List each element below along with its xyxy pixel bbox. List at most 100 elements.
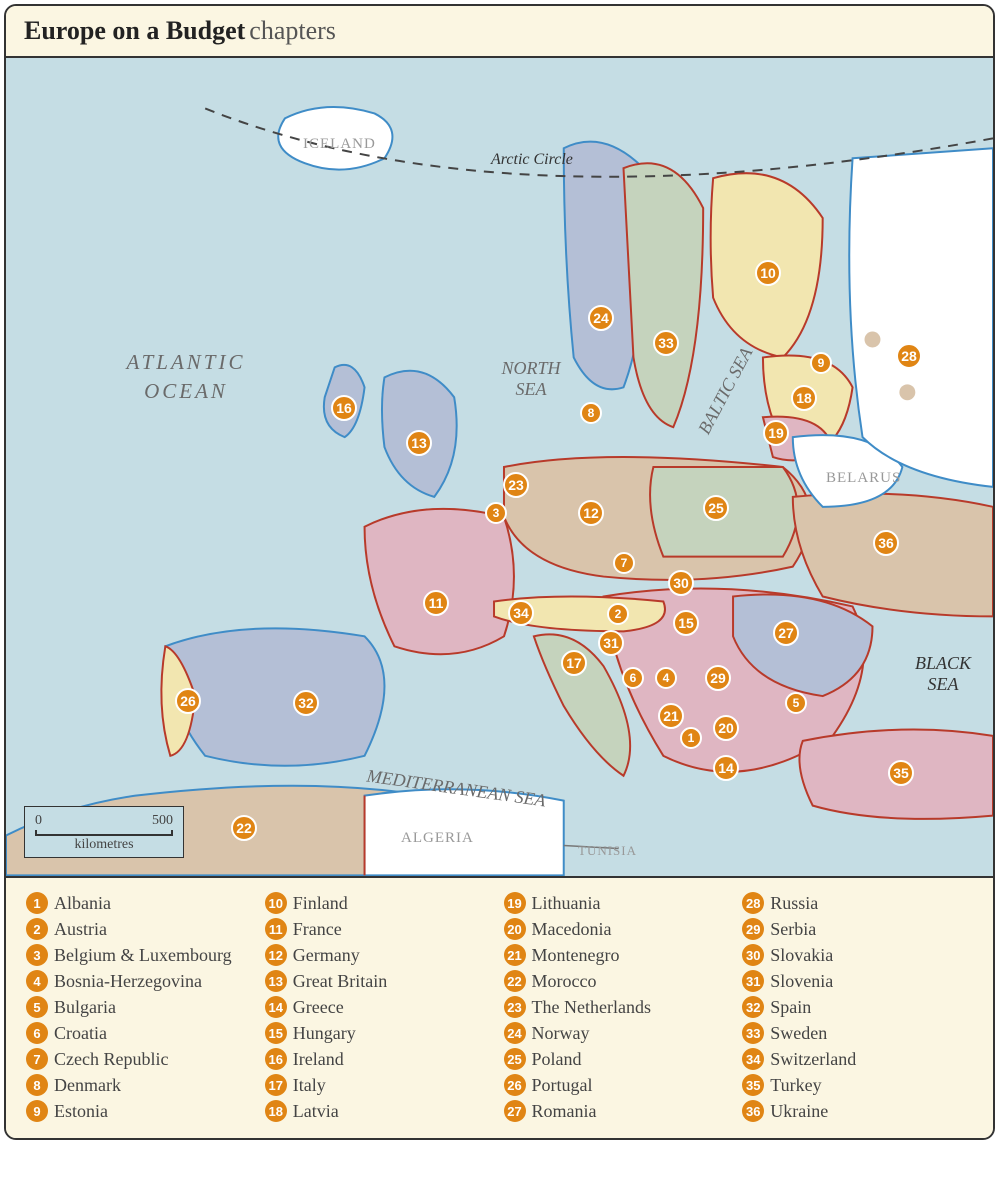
- legend-item-33: 33Sweden: [742, 1022, 973, 1044]
- legend-item-32: 32Spain: [742, 996, 973, 1018]
- legend-num: 7: [26, 1048, 48, 1070]
- legend-num: 10: [265, 892, 287, 914]
- legend-label: Ukraine: [770, 1101, 828, 1122]
- legend-num: 21: [504, 944, 526, 966]
- legend-item-29: 29Serbia: [742, 918, 973, 940]
- legend-label: Norway: [532, 1023, 590, 1044]
- marker-6: 6: [622, 667, 644, 689]
- legend-item-13: 13 Great Britain: [265, 970, 496, 992]
- legend-num: 30: [742, 944, 764, 966]
- legend-item-36: 36Ukraine: [742, 1100, 973, 1122]
- marker-36: 36: [873, 530, 899, 556]
- marker-18: 18: [791, 385, 817, 411]
- legend-label: Lithuania: [532, 893, 601, 914]
- legend-item-24: 24Norway: [504, 1022, 735, 1044]
- legend-label: Greece: [293, 997, 344, 1018]
- legend-item-20: 20Macedonia: [504, 918, 735, 940]
- legend-label: Austria: [54, 919, 107, 940]
- legend-label: Sweden: [770, 1023, 827, 1044]
- legend-num: 26: [504, 1074, 526, 1096]
- scale-max: 500: [152, 813, 173, 829]
- legend-item-26: 26 Portugal: [504, 1074, 735, 1096]
- marker-22: 22: [231, 815, 257, 841]
- scale-unit: kilometres: [35, 837, 173, 853]
- legend-item-11: 11France: [265, 918, 496, 940]
- marker-11: 11: [423, 590, 449, 616]
- legend-num: 1: [26, 892, 48, 914]
- legend: 1 Albania 10Finland 19Lithuania 28 Russia 2 Aus…: [6, 878, 993, 1138]
- scale-min: 0: [35, 813, 42, 829]
- legend-label: Latvia: [293, 1101, 339, 1122]
- legend-num: 28: [742, 892, 764, 914]
- title-bold: Europe on a Budget: [24, 16, 245, 45]
- title-light: chapters: [249, 16, 336, 45]
- legend-label: Bulgaria: [54, 997, 116, 1018]
- legend-num: 17: [265, 1074, 287, 1096]
- legend-item-12: 12 Germany: [265, 944, 496, 966]
- legend-item-27: 27 Romania: [504, 1100, 735, 1122]
- scale-box: 0 500 kilometres: [24, 806, 184, 858]
- marker-34: 34: [508, 600, 534, 626]
- map-svg: [6, 58, 993, 876]
- legend-item-15: 15Hungary: [265, 1022, 496, 1044]
- legend-num: 2: [26, 918, 48, 940]
- legend-num: 15: [265, 1022, 287, 1044]
- marker-25: 25: [703, 495, 729, 521]
- legend-label: Switzerland: [770, 1049, 856, 1070]
- legend-item-6: 6Croatia: [26, 1022, 257, 1044]
- marker-31: 31: [598, 630, 624, 656]
- marker-7: 7: [613, 552, 635, 574]
- legend-label: Montenegro: [532, 945, 620, 966]
- legend-item-21: 21 Montenegro: [504, 944, 735, 966]
- legend-label: Great Britain: [293, 971, 387, 992]
- marker-29: 29: [705, 665, 731, 691]
- legend-item-19: 19Lithuania: [504, 892, 735, 914]
- marker-15: 15: [673, 610, 699, 636]
- legend-item-16: 16 Ireland: [265, 1048, 496, 1070]
- marker-27: 27: [773, 620, 799, 646]
- legend-num: 5: [26, 996, 48, 1018]
- legend-num: 6: [26, 1022, 48, 1044]
- legend-label: France: [293, 919, 342, 940]
- map-card: Europe on a Budget chapters: [4, 4, 995, 1140]
- legend-num: 12: [265, 944, 287, 966]
- legend-num: 18: [265, 1100, 287, 1122]
- legend-num: 22: [504, 970, 526, 992]
- legend-label: Belgium & Luxembourg: [54, 945, 232, 966]
- legend-item-10: 10Finland: [265, 892, 496, 914]
- legend-label: Turkey: [770, 1075, 821, 1096]
- marker-12: 12: [578, 500, 604, 526]
- marker-32: 32: [293, 690, 319, 716]
- legend-label: Germany: [293, 945, 360, 966]
- marker-2: 2: [607, 603, 629, 625]
- marker-30: 30: [668, 570, 694, 596]
- legend-num: 16: [265, 1048, 287, 1070]
- legend-item-8: 8Denmark: [26, 1074, 257, 1096]
- legend-num: 3: [26, 944, 48, 966]
- legend-label: Russia: [770, 893, 818, 914]
- legend-num: 32: [742, 996, 764, 1018]
- header: Europe on a Budget chapters: [6, 6, 993, 58]
- marker-26: 26: [175, 688, 201, 714]
- legend-num: 27: [504, 1100, 526, 1122]
- legend-label: Slovakia: [770, 945, 833, 966]
- legend-label: Bosnia-Herzegovina: [54, 971, 202, 992]
- legend-item-3: 3 Belgium & Luxembourg: [26, 944, 257, 966]
- legend-num: 8: [26, 1074, 48, 1096]
- legend-label: Estonia: [54, 1101, 108, 1122]
- legend-label: Portugal: [532, 1075, 593, 1096]
- marker-8: 8: [580, 402, 602, 424]
- legend-num: 13: [265, 970, 287, 992]
- marker-10: 10: [755, 260, 781, 286]
- legend-label: Albania: [54, 893, 111, 914]
- legend-label: The Netherlands: [532, 997, 651, 1018]
- legend-num: 29: [742, 918, 764, 940]
- legend-label: Macedonia: [532, 919, 612, 940]
- legend-item-34: 34Switzerland: [742, 1048, 973, 1070]
- legend-label: Slovenia: [770, 971, 833, 992]
- legend-label: Czech Republic: [54, 1049, 168, 1070]
- marker-1: 1: [680, 727, 702, 749]
- legend-num: 31: [742, 970, 764, 992]
- legend-label: Romania: [532, 1101, 597, 1122]
- legend-label: Ireland: [293, 1049, 344, 1070]
